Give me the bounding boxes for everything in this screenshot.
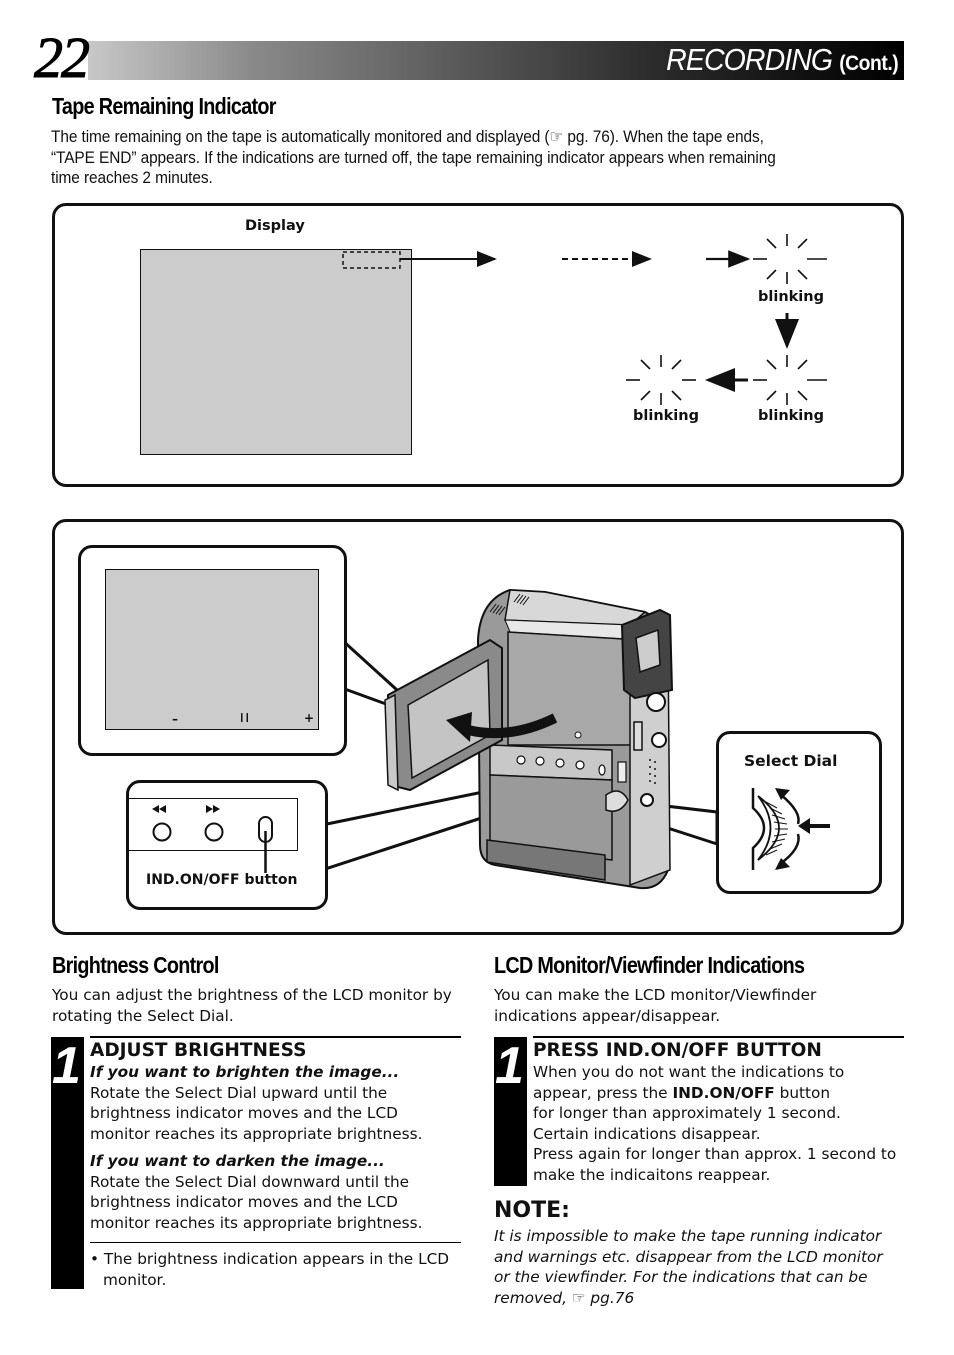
brightness-minus-indicator: – bbox=[172, 712, 178, 726]
blink-burst-icon bbox=[626, 355, 696, 405]
side-button bbox=[640, 793, 654, 807]
darken-instructions: If you want to darken the image... Rotat… bbox=[90, 1151, 422, 1233]
note-title: NOTE: bbox=[494, 1198, 570, 1223]
indicator-region-dashed bbox=[342, 251, 401, 269]
note-line: removed, ☞ pg.76 bbox=[494, 1288, 635, 1307]
fast-forward-icon bbox=[206, 805, 220, 813]
bullet-line: • The brightness indication appears in t… bbox=[90, 1250, 450, 1268]
viewfinder-window bbox=[635, 628, 661, 674]
rewind-button bbox=[152, 822, 172, 842]
instruction-line: brightness indicator moves and the LCD bbox=[90, 1193, 398, 1211]
zoom-lever bbox=[633, 721, 643, 751]
step-rule bbox=[533, 1036, 904, 1038]
intro-line: You can adjust the brightness of the LCD… bbox=[52, 986, 452, 1004]
instruction-line: Rotate the Select Dial downward until th… bbox=[90, 1172, 410, 1191]
rewind-icon bbox=[152, 805, 166, 813]
instruction-line: brightness indicator moves and the LCD bbox=[90, 1104, 398, 1122]
instruction-line: make the indicaitons reappear. bbox=[533, 1165, 771, 1184]
button-panel-icons bbox=[152, 805, 273, 873]
text-span: appear, press the bbox=[533, 1083, 673, 1102]
brighten-heading: If you want to brighten the image... bbox=[90, 1063, 400, 1081]
brightness-bullet: • The brightness indication appears in t… bbox=[90, 1249, 449, 1290]
indicator-led bbox=[574, 731, 582, 739]
instruction-line: Rotate the Select Dial upward until the bbox=[90, 1083, 388, 1102]
ind-button-name: IND.ON/OFF bbox=[672, 1083, 775, 1102]
note-line: or the viewfinder. For the indications t… bbox=[494, 1268, 868, 1286]
zoom-button bbox=[651, 732, 667, 748]
ind-instructions: When you do not want the indications to … bbox=[533, 1062, 896, 1185]
lcd-indications-heading: LCD Monitor/Viewfinder Indications bbox=[494, 952, 805, 978]
instruction-line: appear, press the IND.ON/OFF button bbox=[533, 1083, 896, 1104]
brightness-plus-indicator: + bbox=[304, 711, 315, 725]
blink-burst-icon bbox=[753, 355, 827, 405]
rotate-up-arrow bbox=[779, 793, 800, 825]
note-line: It is impossible to make the tape runnin… bbox=[494, 1227, 882, 1245]
tape-indicator-sequence-diagram bbox=[342, 234, 827, 405]
intro-line: rotating the Select Dial. bbox=[52, 1006, 234, 1025]
fast-forward-button bbox=[204, 822, 224, 842]
step-number: 1 bbox=[52, 1037, 81, 1095]
note-line: and warnings etc. disappear from the LCD… bbox=[494, 1247, 883, 1266]
step-title: ADJUST BRIGHTNESS bbox=[90, 1040, 307, 1061]
step-rule bbox=[90, 1036, 461, 1038]
intro-line: indications appear/disappear. bbox=[494, 1006, 721, 1025]
instruction-line: for longer than approximately 1 second. bbox=[533, 1104, 841, 1122]
brightness-heading: Brightness Control bbox=[52, 952, 219, 978]
rotate-down-arrow bbox=[779, 833, 800, 866]
instruction-line: Press again for longer than approx. 1 se… bbox=[533, 1145, 897, 1163]
note-text: It is impossible to make the tape runnin… bbox=[494, 1226, 883, 1308]
step-title: PRESS IND.ON/OFF BUTTON bbox=[533, 1040, 822, 1061]
control-strip bbox=[489, 744, 613, 781]
instruction-line: monitor reaches its appropriate brightne… bbox=[90, 1213, 423, 1232]
bullet-line: monitor. bbox=[103, 1270, 167, 1289]
blink-burst-icon bbox=[753, 234, 827, 284]
blinking-label: blinking bbox=[633, 408, 699, 424]
blinking-label: blinking bbox=[758, 289, 824, 305]
divider bbox=[90, 1242, 461, 1243]
darken-heading: If you want to darken the image... bbox=[90, 1152, 385, 1170]
blinking-label: blinking bbox=[758, 408, 824, 424]
text-span: button bbox=[774, 1083, 831, 1102]
brightness-level-indicator: ❙❙ bbox=[238, 713, 251, 723]
ind-button-label: IND.ON/OFF button bbox=[146, 872, 298, 888]
lcd-monitor-screen bbox=[105, 569, 319, 730]
intro-line: You can make the LCD monitor/Viewfinder bbox=[494, 986, 817, 1004]
step-number: 1 bbox=[495, 1037, 524, 1095]
instruction-line: Certain indications disappear. bbox=[533, 1124, 761, 1143]
lcd-indications-intro: You can make the LCD monitor/Viewfinder … bbox=[494, 985, 816, 1026]
mode-dial bbox=[646, 692, 666, 712]
select-dial-icon bbox=[751, 788, 830, 870]
lcd-panel-back bbox=[384, 693, 399, 792]
select-dial-label: Select Dial bbox=[744, 752, 838, 770]
instruction-line: When you do not want the indications to bbox=[533, 1063, 845, 1081]
ind-switch bbox=[617, 761, 627, 783]
brighten-instructions: If you want to brighten the image... Rot… bbox=[90, 1062, 422, 1144]
camera-top-panel bbox=[504, 589, 647, 626]
brightness-intro: You can adjust the brightness of the LCD… bbox=[52, 985, 452, 1026]
instruction-line: monitor reaches its appropriate brightne… bbox=[90, 1124, 423, 1143]
